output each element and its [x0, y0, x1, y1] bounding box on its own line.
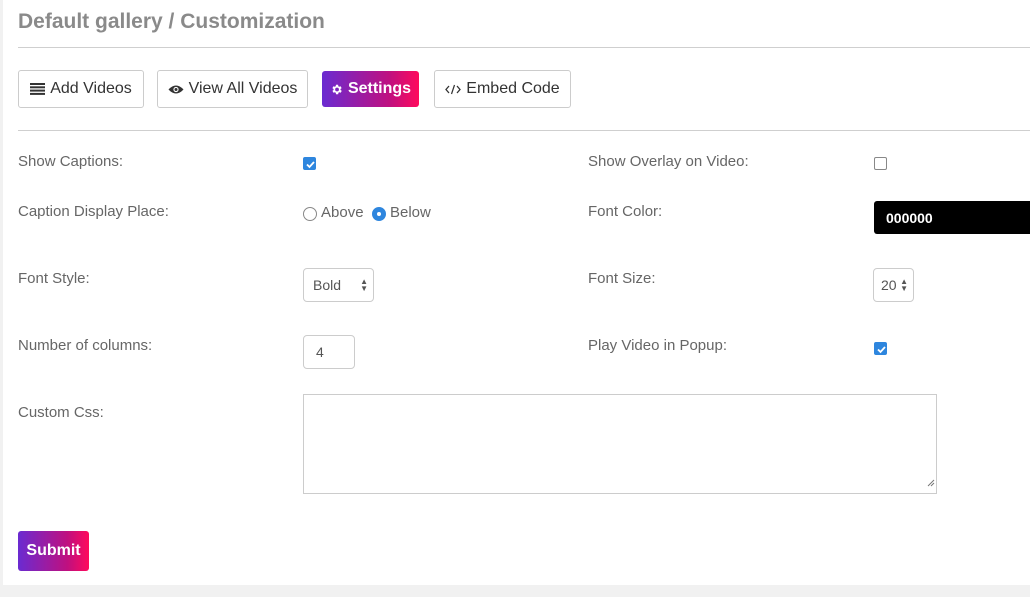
select-arrows-icon: ▲ ▼ [360, 277, 368, 293]
embed-code-label: Embed Code [466, 80, 560, 97]
toolbar-divider [18, 130, 1030, 131]
add-videos-label: Add Videos [50, 80, 132, 97]
custom-css-textarea[interactable] [303, 394, 937, 494]
play-popup-checkbox[interactable] [874, 342, 887, 355]
play-popup-label: Play Video in Popup: [588, 337, 727, 354]
caption-below-radio[interactable] [372, 207, 386, 221]
eye-icon [168, 84, 184, 95]
caption-above-label: Above [321, 204, 364, 221]
caption-display-place-label: Caption Display Place: [18, 203, 169, 220]
title-divider [18, 47, 1030, 48]
font-style-value: Bold [313, 277, 342, 293]
caption-above-radio[interactable] [303, 207, 317, 221]
custom-css-label: Custom Css: [18, 404, 104, 421]
settings-button[interactable]: Settings [322, 71, 419, 107]
font-size-select[interactable]: 20 ▲ ▼ [873, 268, 914, 302]
show-overlay-label: Show Overlay on Video: [588, 153, 749, 170]
font-size-label: Font Size: [588, 270, 656, 287]
font-color-input[interactable]: 000000 [874, 201, 1030, 234]
columns-label: Number of columns: [18, 337, 153, 354]
font-style-label: Font Style: [18, 270, 90, 287]
checkmark-icon [306, 161, 315, 169]
caption-below-label: Below [390, 204, 431, 221]
settings-label: Settings [347, 80, 412, 97]
stepper-arrows-icon: ▲ ▼ [900, 277, 908, 293]
checkmark-icon [877, 346, 886, 354]
gear-icon [330, 83, 343, 96]
view-all-videos-button[interactable]: View All Videos [157, 70, 308, 108]
code-icon [445, 84, 462, 95]
font-color-label: Font Color: [588, 203, 663, 220]
show-captions-label: Show Captions: [18, 153, 124, 170]
font-size-value: 20 [881, 277, 897, 293]
list-icon [30, 83, 46, 95]
view-all-videos-label: View All Videos [188, 80, 298, 97]
page-title: Default gallery / Customization [18, 10, 325, 33]
resize-handle-icon[interactable] [927, 474, 935, 492]
font-style-select[interactable]: Bold ▲ ▼ [303, 268, 374, 302]
columns-input[interactable]: 4 [303, 335, 355, 369]
submit-button[interactable]: Submit [18, 531, 89, 571]
add-videos-button[interactable]: Add Videos [18, 70, 144, 108]
show-captions-checkbox[interactable] [303, 157, 316, 170]
embed-code-button[interactable]: Embed Code [434, 70, 571, 108]
show-overlay-checkbox[interactable] [874, 157, 887, 170]
